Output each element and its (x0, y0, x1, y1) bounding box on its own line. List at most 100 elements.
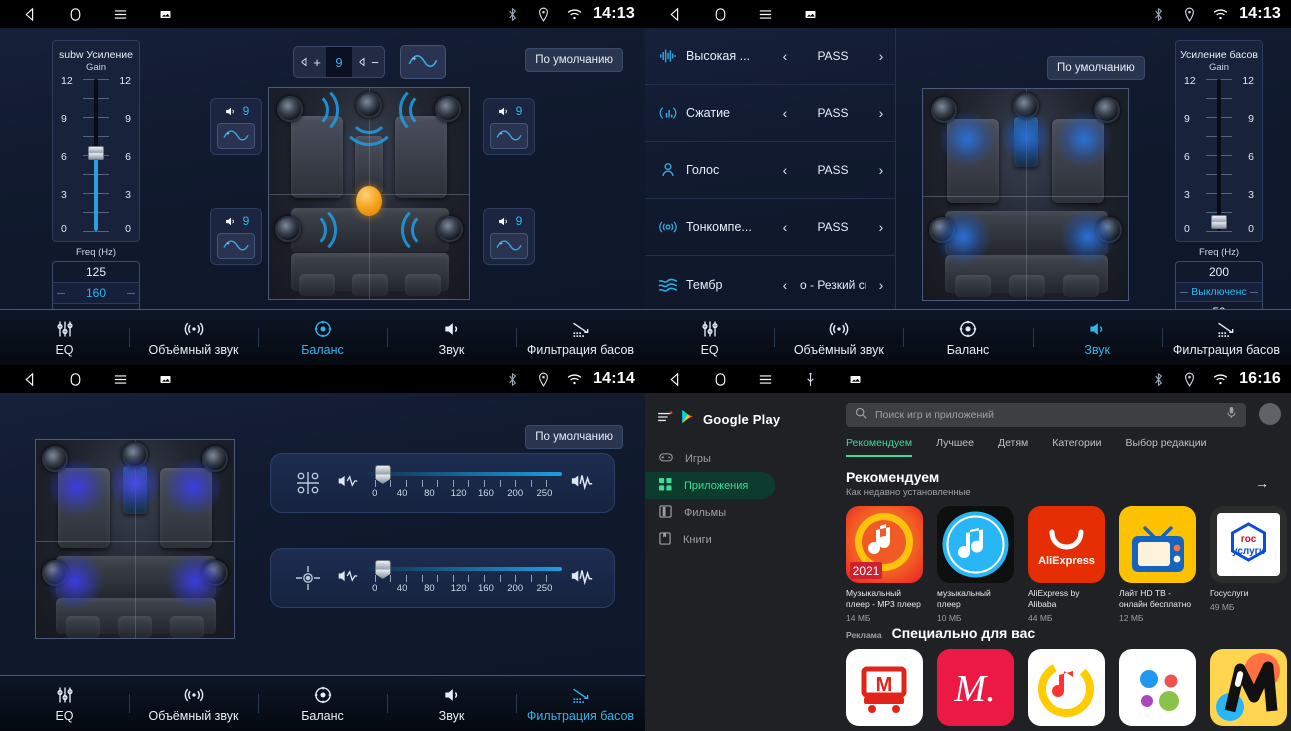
tab-balance[interactable]: Баланс (903, 318, 1032, 357)
crossover-slider-subwoofer[interactable]: 0 40 80 120 160 200 250 (331, 555, 600, 601)
sidebar-item-books[interactable]: Книги (645, 526, 775, 553)
app-card-aliexpress[interactable]: AliExpress AliExpress by Alibaba 44 МБ (1028, 506, 1105, 623)
prev-arrow-timbre[interactable]: ‹ (777, 277, 793, 293)
prev-arrow-loudness[interactable]: ‹ (777, 219, 793, 235)
tab-kids[interactable]: Детям (998, 437, 1028, 457)
effect-row-voice[interactable]: Голос ‹ PASS › (645, 142, 895, 199)
hamburger-icon[interactable] (657, 410, 673, 428)
menu-icon[interactable] (757, 6, 774, 23)
prev-arrow-voice[interactable]: ‹ (777, 162, 793, 178)
app-card-dots[interactable] (1119, 649, 1196, 726)
tab-recommended[interactable]: Рекомендуем (846, 437, 913, 457)
prev-arrow-highpass[interactable]: ‹ (777, 48, 793, 64)
speaker-card-front-right[interactable]: 9 + (483, 98, 535, 155)
tab-editors-choice[interactable]: Выбор редакции (1126, 437, 1207, 457)
back-icon[interactable] (667, 371, 684, 388)
effect-row-compression[interactable]: Сжатие ‹ PASS › (645, 85, 895, 142)
tab-eq[interactable]: EQ (645, 318, 774, 357)
crossover-card-speakers[interactable]: 0 40 80 120 160 200 250 (270, 453, 615, 513)
tab-eq[interactable]: EQ (0, 684, 129, 723)
subwoofer-gain-scale[interactable]: 12 12 9 9 6 6 3 3 0 0 (53, 75, 139, 235)
car-cabin-diagram-p3[interactable] (35, 439, 235, 639)
effect-row-loudness[interactable]: Тонкомпе... ‹ PASS › (645, 199, 895, 256)
tab-balance[interactable]: Баланс (258, 318, 387, 357)
speaker-card-rear-left[interactable]: 9 + (210, 208, 262, 265)
tab-bass-filter[interactable]: Фильтрация басов (1161, 318, 1291, 357)
back-icon[interactable] (667, 6, 684, 23)
screenshot-icon[interactable] (157, 6, 174, 23)
app-card-magnit[interactable]: M (846, 649, 923, 726)
next-arrow-compression[interactable]: › (873, 105, 889, 121)
crossover-card-subwoofer[interactable]: 0 40 80 120 160 200 250 (270, 548, 615, 608)
microphone-icon[interactable] (1226, 406, 1237, 424)
prev-arrow-compression[interactable]: ‹ (777, 105, 793, 121)
gp-brand-row[interactable]: Google Play (645, 401, 793, 439)
app-card-mvideo[interactable]: M. (937, 649, 1014, 726)
app-card-gosuslugi[interactable]: гос услуги Госуслуги 49 МБ (1210, 506, 1287, 623)
eq-curve-rear-left[interactable]: + (217, 233, 255, 259)
tab-bass-filter[interactable]: Фильтрация басов (516, 318, 645, 357)
tab-surround[interactable]: Объёмный звук (129, 318, 258, 357)
bass-gain-track[interactable] (1217, 79, 1221, 231)
default-button-p1[interactable]: По умолчанию (525, 48, 623, 72)
bass-gain-scale[interactable]: 12 12 9 9 6 6 3 3 0 0 (1176, 75, 1262, 235)
sidebar-item-movies[interactable]: Фильмы (645, 499, 775, 526)
balance-position-marker[interactable] (356, 186, 382, 216)
slider-rail-wrap-2[interactable]: 0 40 80 120 160 200 250 (367, 558, 562, 598)
tab-sound[interactable]: Звук (387, 318, 516, 357)
app-card-music-blue[interactable]: музыкальный плеер 10 МБ (937, 506, 1014, 623)
sidebar-item-games[interactable]: Игры (645, 445, 775, 472)
master-eq-curve-button[interactable]: + (400, 45, 446, 79)
volume-down-button[interactable]: − (352, 47, 384, 77)
slider-rail-1[interactable] (367, 472, 562, 476)
eq-curve-rear-right[interactable]: + (490, 233, 528, 259)
home-icon[interactable] (712, 6, 729, 23)
home-icon[interactable] (67, 371, 84, 388)
app-card-yandex-music[interactable] (1028, 649, 1105, 726)
gain-knob[interactable] (88, 146, 104, 160)
tab-bass-filter[interactable]: Фильтрация басов (516, 684, 645, 723)
default-button-p2[interactable]: По умолчанию (1047, 56, 1145, 80)
app-card-tv[interactable]: Лайт HD ТВ - онлайн бесплатно 12 МБ (1119, 506, 1196, 623)
car-cabin-diagram-p2[interactable] (922, 88, 1129, 301)
slider-rail-2[interactable] (367, 567, 562, 571)
back-icon[interactable] (22, 371, 39, 388)
tab-surround[interactable]: Объёмный звук (129, 684, 258, 723)
bass-freq-option-selected[interactable]: Выключенс (1176, 282, 1262, 302)
tab-surround[interactable]: Объёмный звук (774, 318, 903, 357)
back-icon[interactable] (22, 6, 39, 23)
search-input[interactable]: Поиск игр и приложений (846, 403, 1246, 427)
tab-categories[interactable]: Категории (1052, 437, 1101, 457)
master-volume-control[interactable]: + 9 − (293, 46, 385, 78)
speaker-card-front-left[interactable]: 9 + (210, 98, 262, 155)
tab-sound[interactable]: Звук (1032, 318, 1162, 357)
tab-sound[interactable]: Звук (387, 684, 516, 723)
speaker-card-rear-right[interactable]: 9 + (483, 208, 535, 265)
next-arrow-loudness[interactable]: › (873, 219, 889, 235)
default-button-p3[interactable]: По умолчанию (525, 425, 623, 449)
eq-curve-front-left[interactable]: + (217, 123, 255, 149)
tab-balance[interactable]: Баланс (258, 684, 387, 723)
freq-option-125[interactable]: 125 (53, 262, 139, 282)
tab-eq[interactable]: EQ (0, 318, 129, 357)
screenshot-icon[interactable] (847, 371, 864, 388)
next-arrow-highpass[interactable]: › (873, 48, 889, 64)
menu-icon[interactable] (112, 371, 129, 388)
menu-icon[interactable] (757, 371, 774, 388)
slider-rail-wrap-1[interactable]: 0 40 80 120 160 200 250 (367, 463, 562, 503)
next-arrow-timbre[interactable]: › (873, 277, 889, 293)
home-icon[interactable] (67, 6, 84, 23)
effect-row-timbre[interactable]: Тембр ‹ о - Резкий спа › (645, 256, 895, 313)
tab-top[interactable]: Лучшее (936, 437, 974, 457)
effect-row-highpass[interactable]: Высокая ... ‹ PASS › (645, 28, 895, 85)
next-arrow-voice[interactable]: › (873, 162, 889, 178)
app-card-mts-music[interactable] (1210, 649, 1287, 726)
avatar[interactable] (1259, 403, 1281, 425)
screenshot-icon[interactable] (802, 6, 819, 23)
crossover-slider-speakers[interactable]: 0 40 80 120 160 200 250 (331, 460, 600, 506)
freq-option-selected[interactable]: 160 (53, 282, 139, 304)
menu-icon[interactable] (112, 6, 129, 23)
eq-curve-front-right[interactable]: + (490, 123, 528, 149)
sidebar-item-apps[interactable]: Приложения (645, 472, 775, 499)
section-forward-arrow[interactable]: → (1255, 475, 1269, 491)
